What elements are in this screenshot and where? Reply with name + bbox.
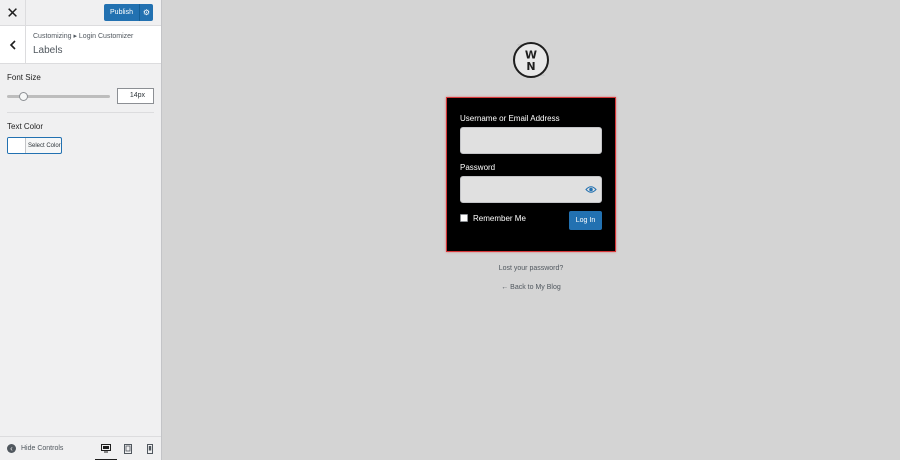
preview-desktop-button[interactable] [95,437,117,460]
preview-mobile-button[interactable] [139,437,161,460]
log-in-button[interactable]: Log In [569,211,602,230]
hide-controls-label: Hide Controls [21,445,64,452]
desktop-icon [101,444,111,453]
username-label: Username or Email Address [460,114,560,123]
select-color-label: Select Color [28,142,61,149]
text-color-label: Text Color [7,122,44,131]
gear-icon: ⚙ [142,8,151,17]
publish-settings-button[interactable]: ⚙ [139,4,153,21]
mobile-icon [147,443,153,454]
font-size-label: Font Size [7,73,41,82]
font-size-slider-handle[interactable] [19,91,28,101]
customizer-sidebar: ✕ Publish ⚙ Customizing ▸ Login Customiz… [0,0,162,460]
customizer-topbar: ✕ Publish ⚙ [0,0,161,26]
close-icon: ✕ [6,4,19,22]
preview-tablet-button[interactable] [117,437,139,460]
device-switcher [95,437,161,460]
password-input[interactable] [460,176,602,203]
login-form: Username or Email Address Password Remem… [446,97,616,252]
section-title: Labels [33,44,63,56]
publish-group: Publish ⚙ [104,4,153,21]
back-button[interactable] [0,25,26,64]
show-password-icon[interactable] [585,185,597,194]
font-size-slider-row: 14px [7,88,154,104]
publish-button[interactable]: Publish [104,4,139,21]
username-input[interactable] [460,127,602,154]
login-preview: W N Username or Email Address Password R… [162,0,900,460]
back-to-blog-link[interactable]: ← Back to My Blog [446,284,616,291]
hide-controls-button[interactable]: ‹ Hide Controls [0,444,63,453]
remember-me[interactable]: Remember Me [460,214,526,223]
font-size-control: Font Size 14px [0,64,161,113]
lost-password-link[interactable]: Lost your password? [446,265,616,272]
breadcrumb: Customizing ▸ Login Customizer [33,32,134,40]
section-titles: Customizing ▸ Login Customizer Labels [26,32,133,58]
remember-me-checkbox[interactable] [460,214,468,222]
font-size-slider[interactable] [7,91,111,101]
chevron-left-icon [9,39,16,50]
text-color-control: Text Color Select Color [0,113,161,154]
close-customizer-button[interactable]: ✕ [0,0,26,26]
tablet-icon [124,443,132,454]
logo-letter-bottom: N [526,60,535,73]
collapse-icon: ‹ [7,444,16,453]
font-size-input[interactable]: 14px [117,88,154,104]
site-logo[interactable]: W N [511,40,551,80]
password-label: Password [460,163,496,172]
select-color-button[interactable]: Select Color [7,137,62,154]
color-swatch [8,138,26,153]
remember-me-label: Remember Me [473,213,526,223]
section-header: Customizing ▸ Login Customizer Labels [0,25,161,64]
customizer-footer: ‹ Hide Controls [0,436,161,460]
remember-row: Remember Me Log In [460,211,602,230]
